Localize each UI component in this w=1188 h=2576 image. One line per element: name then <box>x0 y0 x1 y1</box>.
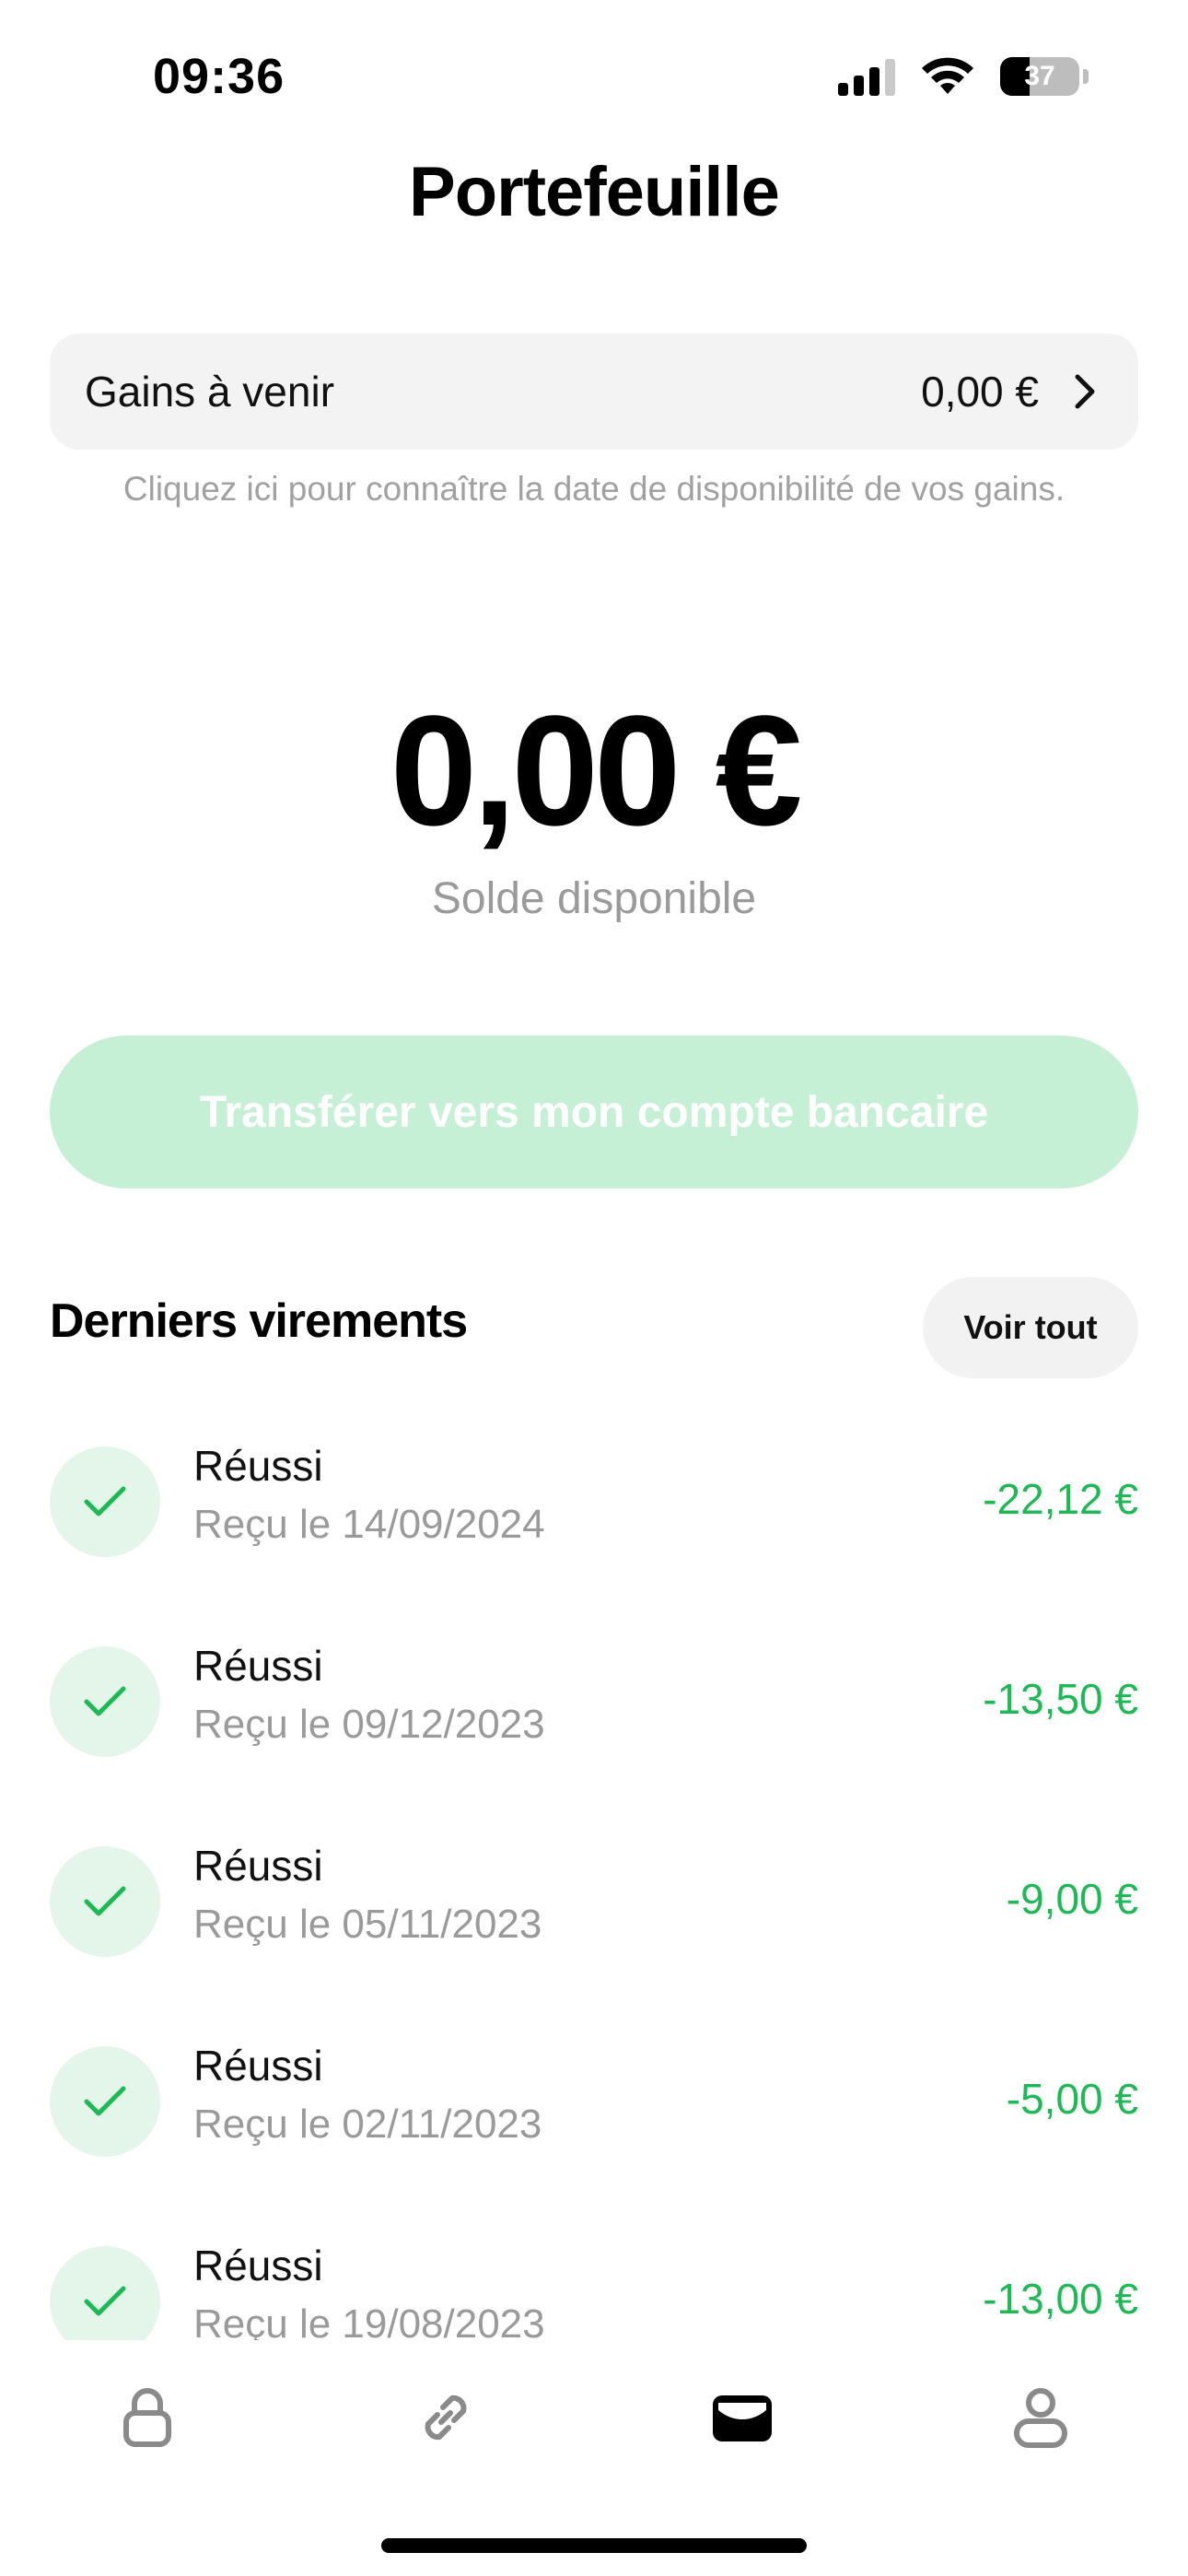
success-check-icon <box>50 2046 160 2157</box>
cellular-signal-icon <box>838 57 895 96</box>
transfer-amount: -13,00 € <box>983 2275 1138 2323</box>
transfer-status: Réussi <box>193 1442 323 1490</box>
upcoming-gains-hint: Cliquez ici pour connaître la date de di… <box>122 470 1066 508</box>
transfer-date: Reçu le 05/11/2023 <box>193 1902 542 1947</box>
transfer-status: Réussi <box>193 2242 323 2289</box>
transfer-status: Réussi <box>193 1842 323 1890</box>
battery-level-text: 37 <box>1024 61 1055 91</box>
home-indicator <box>381 2538 807 2553</box>
tab-lock[interactable] <box>111 2381 184 2454</box>
user-icon <box>1014 2388 1067 2448</box>
status-icons: 37 <box>838 57 1089 96</box>
transfer-status: Réussi <box>193 1642 323 1690</box>
transfer-status: Réussi <box>193 2042 323 2090</box>
available-balance-amount: 0,00 € <box>390 684 803 859</box>
transfer-to-bank-button[interactable]: Transférer vers mon compte bancaire <box>50 1036 1138 1188</box>
wallet-icon <box>713 2395 772 2441</box>
transfer-amount: -13,50 € <box>983 1675 1138 1723</box>
transfer-row[interactable]: Réussi Reçu le 02/11/2023 -5,00 € <box>0 2041 1188 2241</box>
tab-profile[interactable] <box>1004 2381 1077 2454</box>
status-time: 09:36 <box>153 49 285 104</box>
upcoming-gains-label: Gains à venir <box>85 368 335 416</box>
transfer-date: Reçu le 09/12/2023 <box>193 1702 545 1747</box>
link-icon <box>425 2395 467 2441</box>
transfer-date: Reçu le 14/09/2024 <box>193 1502 545 1547</box>
wifi-icon <box>922 57 973 94</box>
chevron-right-icon <box>1066 373 1103 410</box>
battery-tip <box>1083 69 1089 84</box>
transfer-row[interactable]: Réussi Reçu le 14/09/2024 -22,12 € <box>0 1441 1188 1641</box>
transfer-row[interactable]: Réussi Reçu le 05/11/2023 -9,00 € <box>0 1841 1188 2041</box>
transfers-list: Réussi Reçu le 14/09/2024 -22,12 € Réuss… <box>0 1441 1188 2441</box>
success-check-icon <box>50 1446 160 1557</box>
transfer-amount: -22,12 € <box>983 1475 1138 1523</box>
upcoming-gains-card[interactable]: Gains à venir 0,00 € <box>50 334 1138 450</box>
tab-wallet[interactable] <box>705 2381 779 2454</box>
transfer-row[interactable]: Réussi Reçu le 09/12/2023 -13,50 € <box>0 1641 1188 1841</box>
transfer-amount: -5,00 € <box>1006 2075 1138 2123</box>
available-balance-label: Solde disponible <box>431 874 757 923</box>
transfer-amount: -9,00 € <box>1006 1875 1138 1923</box>
see-all-button[interactable]: Voir tout <box>923 1277 1138 1378</box>
upcoming-gains-value: 0,00 € <box>921 368 1039 416</box>
status-bar: 09:36 37 <box>0 0 1188 157</box>
transfer-date: Reçu le 02/11/2023 <box>193 2102 542 2147</box>
battery-icon: 37 <box>1000 57 1079 96</box>
tab-link[interactable] <box>409 2381 483 2454</box>
page-title: Portefeuille <box>409 153 780 231</box>
recent-transfers-title: Derniers virements <box>50 1294 468 1348</box>
lock-icon <box>123 2388 171 2447</box>
success-check-icon <box>50 1846 160 1957</box>
success-check-icon <box>50 1646 160 1757</box>
